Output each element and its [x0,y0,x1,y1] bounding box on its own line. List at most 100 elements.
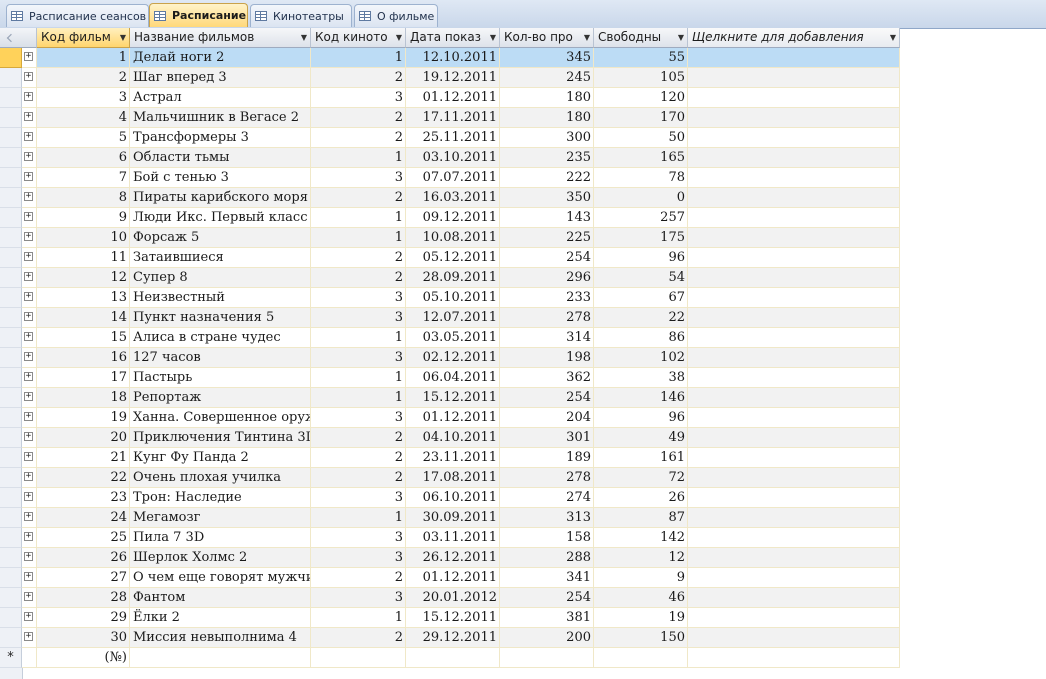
table-cell[interactable]: Фантом [130,588,311,608]
table-cell[interactable]: 2 [37,68,130,88]
empty-add-cell[interactable] [688,208,900,228]
table-row[interactable]: +13 Неизвестный 3 05.10.2011 233 67 [0,288,900,308]
table-cell[interactable]: 96 [594,248,688,268]
record-selector[interactable] [0,628,22,648]
table-cell[interactable]: 313 [500,508,594,528]
table-cell[interactable]: 86 [594,328,688,348]
table-cell[interactable]: 14 [37,308,130,328]
empty-add-cell[interactable] [688,128,900,148]
table-cell[interactable]: Затаившиеся [130,248,311,268]
table-cell[interactable]: 50 [594,128,688,148]
table-cell[interactable]: 301 [500,428,594,448]
table-cell[interactable]: 1 [311,608,406,628]
record-selector[interactable] [0,408,22,428]
expand-cell[interactable]: + [22,448,37,468]
table-cell[interactable]: 38 [594,368,688,388]
table-cell[interactable]: 12.10.2011 [406,48,500,68]
dropdown-arrow-icon[interactable]: ▼ [678,28,684,47]
table-row[interactable]: +28 Фантом 3 20.01.2012 254 46 [0,588,900,608]
table-cell[interactable]: 3 [311,288,406,308]
table-cell[interactable]: 288 [500,548,594,568]
record-selector[interactable] [0,148,22,168]
new-record-id-placeholder[interactable]: (№) [37,648,130,668]
table-row[interactable]: +11 Затаившиеся 2 05.12.2011 254 96 [0,248,900,268]
table-row[interactable]: +21 Кунг Фу Панда 2 2 23.11.2011 189 161 [0,448,900,468]
table-cell[interactable]: 21 [37,448,130,468]
plus-expand-icon[interactable]: + [24,72,33,81]
plus-expand-icon[interactable]: + [24,472,33,481]
table-cell[interactable]: 26.12.2011 [406,548,500,568]
table-cell[interactable]: 7 [37,168,130,188]
expand-cell[interactable]: + [22,348,37,368]
table-cell[interactable]: Мегамозг [130,508,311,528]
plus-expand-icon[interactable]: + [24,92,33,101]
record-selector[interactable] [0,88,22,108]
table-cell[interactable]: Форсаж 5 [130,228,311,248]
expand-cell[interactable]: + [22,208,37,228]
expand-cell[interactable]: + [22,548,37,568]
plus-expand-icon[interactable]: + [24,152,33,161]
record-selector[interactable] [0,288,22,308]
plus-expand-icon[interactable]: + [24,332,33,341]
table-cell[interactable]: 10 [37,228,130,248]
table-cell[interactable]: 54 [594,268,688,288]
table-cell[interactable]: 27 [37,568,130,588]
record-selector[interactable] [0,308,22,328]
table-cell[interactable]: 165 [594,148,688,168]
table-cell[interactable]: 8 [37,188,130,208]
table-cell[interactable]: 78 [594,168,688,188]
table-cell[interactable]: Супер 8 [130,268,311,288]
record-selector[interactable] [0,348,22,368]
column-header-3[interactable]: Код киното ▼ [311,28,406,48]
table-cell[interactable]: 3 [311,168,406,188]
table-cell[interactable]: Области тьмы [130,148,311,168]
table-cell[interactable]: 2 [311,128,406,148]
plus-expand-icon[interactable]: + [24,492,33,501]
empty-add-cell[interactable] [688,248,900,268]
tab-1[interactable]: Расписание сеансов [6,4,149,27]
plus-expand-icon[interactable]: + [24,612,33,621]
table-cell[interactable]: Миссия невыполнима 4 [130,628,311,648]
record-selector[interactable] [0,588,22,608]
dropdown-arrow-icon[interactable]: ▼ [890,28,896,47]
table-cell[interactable]: Ханна. Совершенное оруж [130,408,311,428]
plus-expand-icon[interactable]: + [24,252,33,261]
table-cell[interactable]: 254 [500,388,594,408]
table-cell[interactable]: 3 [311,528,406,548]
plus-expand-icon[interactable]: + [24,292,33,301]
table-cell[interactable]: 2 [311,468,406,488]
table-row[interactable]: +24 Мегамозг 1 30.09.2011 313 87 [0,508,900,528]
table-cell[interactable]: 05.12.2011 [406,248,500,268]
empty-add-cell[interactable] [688,188,900,208]
table-cell[interactable]: 17.08.2011 [406,468,500,488]
column-header-2[interactable]: Название фильмов ▼ [130,28,311,48]
table-row[interactable]: +27 О чем еще говорят мужчи 2 01.12.2011 341… [0,568,900,588]
table-row[interactable]: +12 Супер 8 2 28.09.2011 296 54 [0,268,900,288]
table-cell[interactable]: 03.05.2011 [406,328,500,348]
record-selector[interactable] [0,108,22,128]
table-cell[interactable]: 257 [594,208,688,228]
empty-add-cell[interactable] [688,68,900,88]
table-cell[interactable]: 180 [500,108,594,128]
empty-add-cell[interactable] [688,368,900,388]
plus-expand-icon[interactable]: + [24,412,33,421]
table-cell[interactable]: Астрал [130,88,311,108]
plus-expand-icon[interactable]: + [24,172,33,181]
table-cell[interactable]: 278 [500,468,594,488]
table-cell[interactable]: 274 [500,488,594,508]
record-selector[interactable] [0,468,22,488]
expand-cell[interactable]: + [22,588,37,608]
table-cell[interactable]: 01.12.2011 [406,88,500,108]
table-row[interactable]: +22 Очень плохая училка 2 17.08.2011 278 72 [0,468,900,488]
table-cell[interactable]: 06.10.2011 [406,488,500,508]
table-cell[interactable]: 1 [311,48,406,68]
expand-cell[interactable]: + [22,508,37,528]
table-cell[interactable]: 2 [311,108,406,128]
new-record-row[interactable]: * (№) [0,648,900,668]
table-cell[interactable]: 07.07.2011 [406,168,500,188]
table-cell[interactable]: 01.12.2011 [406,568,500,588]
empty-add-cell[interactable] [688,88,900,108]
table-cell[interactable]: 10.08.2011 [406,228,500,248]
table-row[interactable]: +16 127 часов 3 02.12.2011 198 102 [0,348,900,368]
table-cell[interactable]: 105 [594,68,688,88]
